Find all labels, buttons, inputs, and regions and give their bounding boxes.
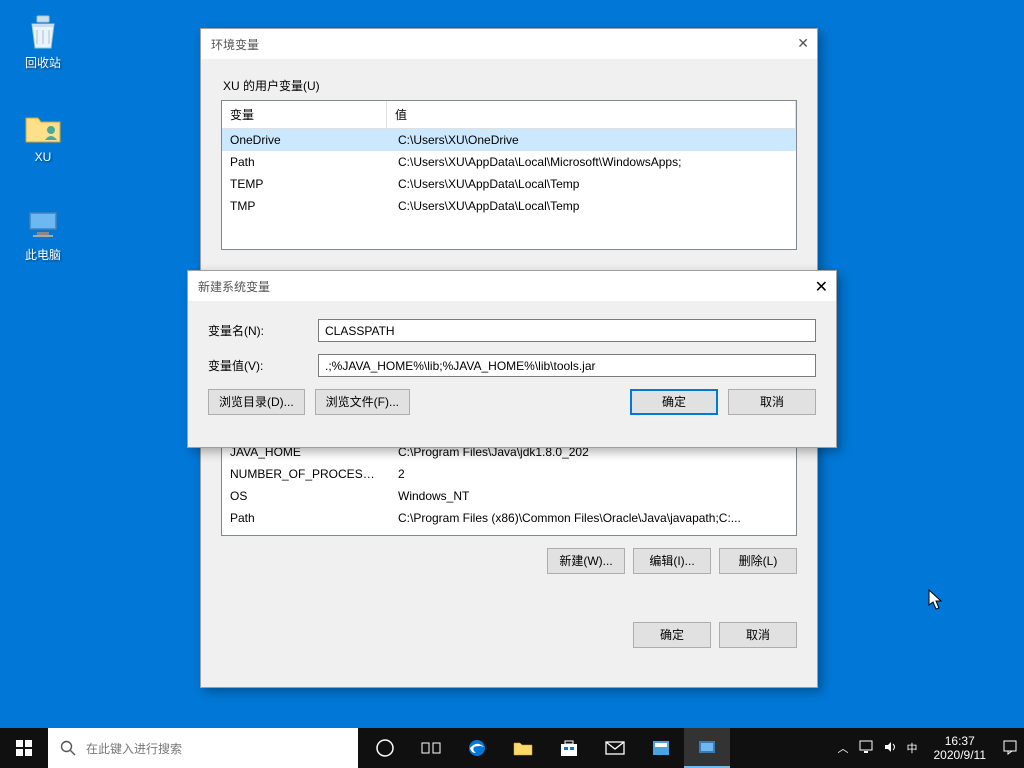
desktop-icon-label: 回收站	[6, 54, 80, 71]
dialog-titlebar[interactable]: 新建系统变量 ✕	[188, 271, 836, 301]
search-placeholder: 在此键入进行搜索	[86, 740, 182, 757]
task-view-icon[interactable]	[408, 728, 454, 768]
dialog-titlebar[interactable]: 环境变量 ✕	[201, 29, 817, 59]
tray-notifications-icon[interactable]	[1002, 739, 1018, 758]
variable-value-label: 变量值(V):	[208, 357, 318, 374]
table-row[interactable]: PATHEXT.COM;.EXE;.BAT;.CMD;.VBS;.VBE;.JS…	[222, 529, 796, 536]
desktop-icon-user-folder[interactable]: XU	[6, 104, 80, 164]
taskbar: 在此键入进行搜索 ︿ 中 16:37 2020/9/11	[0, 728, 1024, 768]
edit-button[interactable]: 编辑(I)...	[633, 548, 711, 574]
dialog-title: 新建系统变量	[198, 278, 270, 295]
file-explorer-icon[interactable]	[500, 728, 546, 768]
cancel-button[interactable]: 取消	[728, 389, 816, 415]
close-icon[interactable]: ✕	[797, 35, 809, 52]
table-row[interactable]: OSWindows_NT	[222, 485, 796, 507]
browse-directory-button[interactable]: 浏览目录(D)...	[208, 389, 305, 415]
column-header-variable[interactable]: 变量	[222, 101, 387, 128]
edge-icon[interactable]	[454, 728, 500, 768]
table-row[interactable]: PathC:\Users\XU\AppData\Local\Microsoft\…	[222, 151, 796, 173]
search-icon	[60, 740, 76, 756]
taskbar-app-icon[interactable]	[638, 728, 684, 768]
ok-button[interactable]: 确定	[633, 622, 711, 648]
search-box[interactable]: 在此键入进行搜索	[48, 728, 358, 768]
taskbar-app-active-icon[interactable]	[684, 728, 730, 768]
table-row[interactable]: TEMPC:\Users\XU\AppData\Local\Temp	[222, 173, 796, 195]
variable-value-input[interactable]	[318, 354, 816, 377]
tray-clock[interactable]: 16:37 2020/9/11	[928, 734, 993, 763]
cursor-icon	[928, 589, 944, 614]
desktop-icon-label: XU	[6, 150, 80, 164]
tray-ime-indicator[interactable]: 中	[907, 740, 918, 756]
user-variables-table[interactable]: 变量 值 OneDriveC:\Users\XU\OneDrive PathC:…	[221, 100, 797, 250]
new-button[interactable]: 新建(W)...	[547, 548, 625, 574]
close-icon[interactable]: ✕	[815, 277, 828, 297]
user-vars-group-label: XU 的用户变量(U)	[223, 77, 797, 94]
store-icon[interactable]	[546, 728, 592, 768]
tray-volume-icon[interactable]	[883, 740, 897, 757]
folder-icon	[23, 108, 63, 148]
browse-file-button[interactable]: 浏览文件(F)...	[315, 389, 410, 415]
delete-button[interactable]: 删除(L)	[719, 548, 797, 574]
tray-network-icon[interactable]	[859, 740, 873, 757]
mail-icon[interactable]	[592, 728, 638, 768]
tray-time: 16:37	[934, 734, 987, 748]
new-system-variable-dialog: 新建系统变量 ✕ 变量名(N): 变量值(V): 浏览目录(D)... 浏览文件…	[187, 270, 837, 448]
ok-button[interactable]: 确定	[630, 389, 718, 415]
tray-date: 2020/9/11	[934, 748, 987, 762]
cancel-button[interactable]: 取消	[719, 622, 797, 648]
table-row[interactable]: NUMBER_OF_PROCESSORS2	[222, 463, 796, 485]
desktop-icon-recycle-bin[interactable]: 回收站	[6, 8, 80, 71]
column-header-value[interactable]: 值	[387, 101, 796, 128]
desktop-icon-this-pc[interactable]: 此电脑	[6, 200, 80, 263]
cortana-icon[interactable]	[362, 728, 408, 768]
system-tray: ︿ 中 16:37 2020/9/11	[838, 734, 1024, 763]
variable-name-label: 变量名(N):	[208, 322, 318, 339]
start-button[interactable]	[0, 728, 48, 768]
computer-icon	[23, 204, 63, 244]
table-row[interactable]: PathC:\Program Files (x86)\Common Files\…	[222, 507, 796, 529]
table-row[interactable]: TMPC:\Users\XU\AppData\Local\Temp	[222, 195, 796, 217]
variable-name-input[interactable]	[318, 319, 816, 342]
dialog-title: 环境变量	[211, 36, 259, 53]
tray-chevron-up-icon[interactable]: ︿	[838, 740, 849, 756]
recycle-bin-icon	[23, 12, 63, 52]
system-variables-table[interactable]: JAVA_HOMEC:\Program Files\Java\jdk1.8.0_…	[221, 440, 797, 536]
table-row[interactable]: OneDriveC:\Users\XU\OneDrive	[222, 129, 796, 151]
desktop-icon-label: 此电脑	[6, 246, 80, 263]
